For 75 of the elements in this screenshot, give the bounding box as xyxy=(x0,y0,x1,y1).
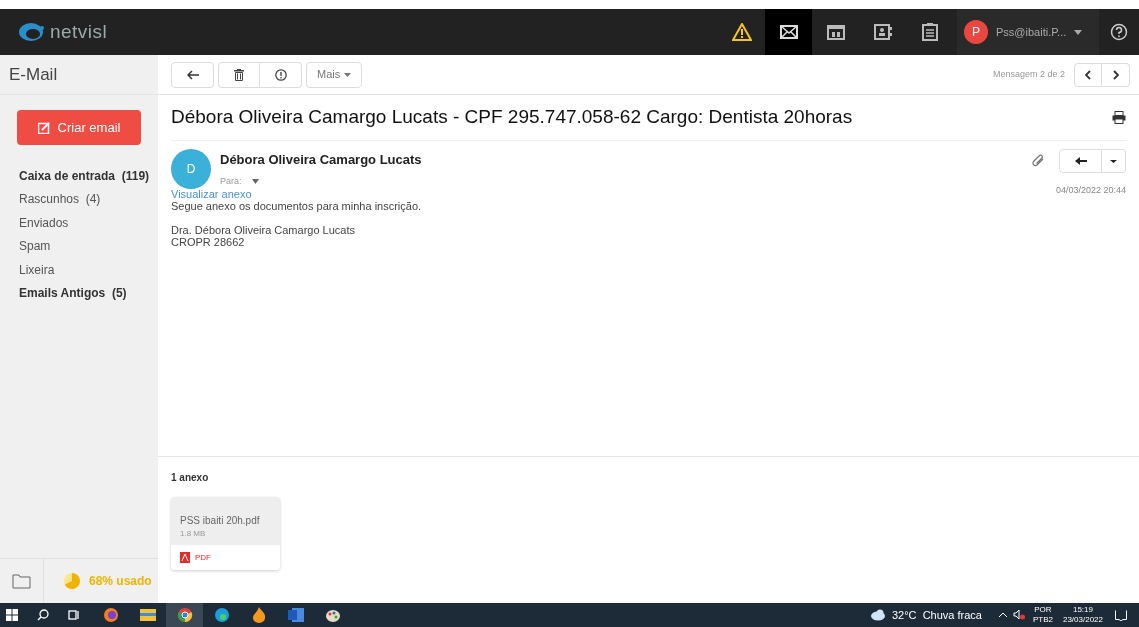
folder-item[interactable]: Lixeira xyxy=(0,258,158,282)
back-icon xyxy=(186,69,199,80)
trash-icon xyxy=(234,68,244,81)
storage-pie-icon xyxy=(63,572,81,590)
attachment-name: PSS ibaiti 20h.pdf xyxy=(180,514,261,528)
more-dropdown[interactable]: Mais xyxy=(306,61,363,88)
alert-circle-icon xyxy=(274,68,287,81)
storage-usage: 68% usado xyxy=(89,573,152,590)
recipient-label: Para: xyxy=(220,174,242,188)
weather-text: 32°C Chuva fraca xyxy=(891,607,982,623)
chevron-left-icon xyxy=(1085,69,1091,80)
palette-icon xyxy=(324,607,341,623)
paperclip-icon xyxy=(1032,154,1045,168)
weather-cloud-icon xyxy=(869,609,886,621)
compose-button[interactable]: Criar email xyxy=(17,110,141,145)
delete-button[interactable] xyxy=(218,61,260,88)
mail-icon xyxy=(779,25,798,39)
spam-button[interactable] xyxy=(260,61,302,88)
warning-icon xyxy=(731,23,752,41)
browser-icon xyxy=(213,607,230,623)
previous-button[interactable] xyxy=(1074,62,1102,87)
caret-icon[interactable] xyxy=(251,178,259,184)
task-view-icon[interactable] xyxy=(68,609,80,621)
speaker-muted-icon[interactable] xyxy=(1012,610,1025,620)
edit-icon xyxy=(37,121,50,134)
reply-icon xyxy=(1074,157,1087,165)
sender-name: Débora Oliveira Camargo Lucats xyxy=(220,151,422,169)
logo-text: netvisl xyxy=(50,19,108,44)
caret-icon xyxy=(344,72,352,77)
input-language[interactable]: POR xyxy=(1034,605,1052,615)
message-body-text: Segue anexo os documentos para minha inscrição. xyxy=(171,199,423,212)
address-book-icon xyxy=(873,24,892,40)
signature-line: CROPR 28662 xyxy=(171,235,246,248)
pdf-icon xyxy=(180,552,190,563)
document-app-icon xyxy=(287,607,304,623)
user-avatar: P xyxy=(964,20,988,44)
logo-icon xyxy=(18,22,46,42)
browser-icon xyxy=(176,607,193,623)
message-date: 04/03/2022 20:44 xyxy=(1055,184,1126,197)
caret-icon xyxy=(1074,29,1083,35)
app-title: E-Mail xyxy=(9,63,58,86)
notifications-icon[interactable] xyxy=(1115,609,1127,621)
browser-icon xyxy=(102,607,119,623)
folder-item[interactable]: Spam xyxy=(0,234,158,258)
chevron-right-icon xyxy=(1112,69,1119,80)
taskbar-app[interactable] xyxy=(166,603,203,627)
attachment-size: 1.8 MB xyxy=(180,528,207,540)
input-language[interactable]: PTB2 xyxy=(1032,615,1053,625)
chevron-up-icon[interactable] xyxy=(997,612,1008,618)
account-menu[interactable]: P Pss@ibaiti.P... xyxy=(957,9,1099,55)
clock-time[interactable]: 15:19 xyxy=(1072,605,1093,615)
calendar-icon xyxy=(826,24,845,40)
folder-item[interactable]: Rascunhos (4) xyxy=(0,187,158,211)
folder-item[interactable]: Enviados xyxy=(0,211,158,235)
nav-tab[interactable] xyxy=(765,9,812,55)
file-type: PDF xyxy=(195,551,211,564)
folder-item[interactable]: Caixa de entrada (119) xyxy=(0,164,158,188)
sender-avatar: D xyxy=(171,149,211,189)
signature-line: Dra. Débora Oliveira Camargo Lucats xyxy=(171,223,357,236)
account-name: Pss@ibaiti.P... xyxy=(996,24,1067,40)
back-button[interactable] xyxy=(171,61,214,88)
print-icon[interactable] xyxy=(1112,111,1126,124)
attachments-heading: 1 anexo xyxy=(171,471,210,485)
help-icon[interactable] xyxy=(1110,23,1128,41)
message-counter: Mensagem 2 de 2 xyxy=(992,67,1065,81)
search-icon[interactable] xyxy=(37,609,49,621)
reply-button[interactable] xyxy=(1059,149,1102,173)
next-button[interactable] xyxy=(1102,62,1130,87)
view-attachment-link[interactable]: Visualizar anexo xyxy=(171,187,252,200)
windows-start-icon[interactable] xyxy=(6,609,18,621)
message-subject: Débora Oliveira Camargo Lucats - CPF 295.747.058-62 Cargo: Dentista 20horas xyxy=(171,105,853,130)
clipboard-icon xyxy=(921,23,938,41)
folder-item[interactable]: Emails Antigos (5) xyxy=(0,281,158,305)
caret-icon xyxy=(1110,159,1117,163)
clock-date[interactable]: 23/03/2022 xyxy=(1062,615,1103,625)
